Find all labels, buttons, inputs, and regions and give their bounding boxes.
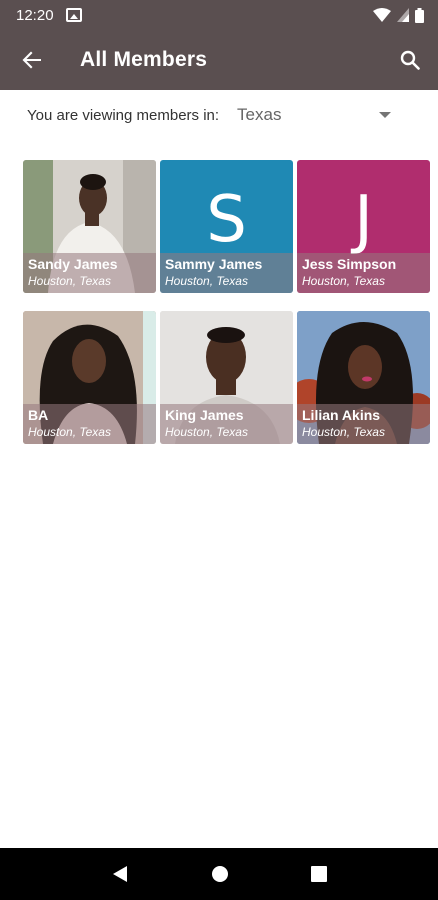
member-location: Houston, Texas bbox=[165, 274, 248, 288]
location-select-value: Texas bbox=[237, 105, 282, 124]
member-location: Houston, Texas bbox=[302, 425, 385, 439]
member-location: Houston, Texas bbox=[28, 274, 111, 288]
wifi-icon bbox=[373, 8, 391, 22]
filter-label: You are viewing members in: bbox=[27, 106, 220, 124]
page-title: All Members bbox=[80, 48, 208, 71]
recents-nav-icon[interactable] bbox=[311, 866, 327, 882]
member-caption: Jess Simpson Houston, Texas bbox=[297, 253, 430, 293]
member-name: Jess Simpson bbox=[302, 256, 397, 272]
battery-icon bbox=[415, 7, 424, 23]
arrow-back-icon bbox=[22, 51, 41, 69]
member-caption: Sandy James Houston, Texas bbox=[23, 253, 156, 293]
member-name: King James bbox=[165, 407, 244, 423]
dropdown-arrow-icon bbox=[379, 112, 392, 118]
member-caption: Lilian Akins Houston, Texas bbox=[297, 404, 430, 444]
member-card[interactable]: J Jess Simpson Houston, Texas bbox=[297, 160, 430, 293]
member-name: Lilian Akins bbox=[302, 407, 381, 423]
member-caption: King James Houston, Texas bbox=[160, 404, 293, 444]
back-button[interactable] bbox=[0, 30, 64, 90]
search-button[interactable] bbox=[382, 30, 438, 90]
photo-notification-icon bbox=[65, 8, 82, 22]
status-time: 12:20 bbox=[16, 6, 54, 24]
member-card[interactable]: Sandy James Houston, Texas bbox=[23, 160, 156, 293]
location-filter: You are viewing members in: Texas bbox=[0, 90, 438, 140]
status-bar: 12:20 bbox=[0, 0, 438, 30]
member-initial: J bbox=[354, 183, 373, 257]
location-select[interactable]: Texas bbox=[237, 97, 397, 133]
member-card[interactable]: King James Houston, Texas bbox=[160, 311, 293, 444]
member-card[interactable]: Lilian Akins Houston, Texas bbox=[297, 311, 430, 444]
member-card[interactable]: BA Houston, Texas bbox=[23, 311, 156, 444]
member-location: Houston, Texas bbox=[302, 274, 385, 288]
member-caption: Sammy James Houston, Texas bbox=[160, 253, 293, 293]
member-card[interactable]: S Sammy James Houston, Texas bbox=[160, 160, 293, 293]
member-name: Sammy James bbox=[165, 256, 263, 272]
member-name: BA bbox=[28, 407, 49, 423]
member-location: Houston, Texas bbox=[28, 425, 111, 439]
system-navigation-bar bbox=[0, 848, 438, 900]
home-nav-icon[interactable] bbox=[211, 865, 229, 883]
search-icon bbox=[400, 50, 420, 70]
status-icons bbox=[373, 7, 424, 23]
back-nav-icon[interactable] bbox=[111, 865, 129, 883]
app-bar: All Members bbox=[0, 30, 438, 90]
member-name: Sandy James bbox=[28, 256, 118, 272]
member-location: Houston, Texas bbox=[165, 425, 248, 439]
member-caption: BA Houston, Texas bbox=[23, 404, 156, 444]
signal-icon bbox=[397, 8, 409, 22]
member-initial: S bbox=[206, 183, 247, 257]
